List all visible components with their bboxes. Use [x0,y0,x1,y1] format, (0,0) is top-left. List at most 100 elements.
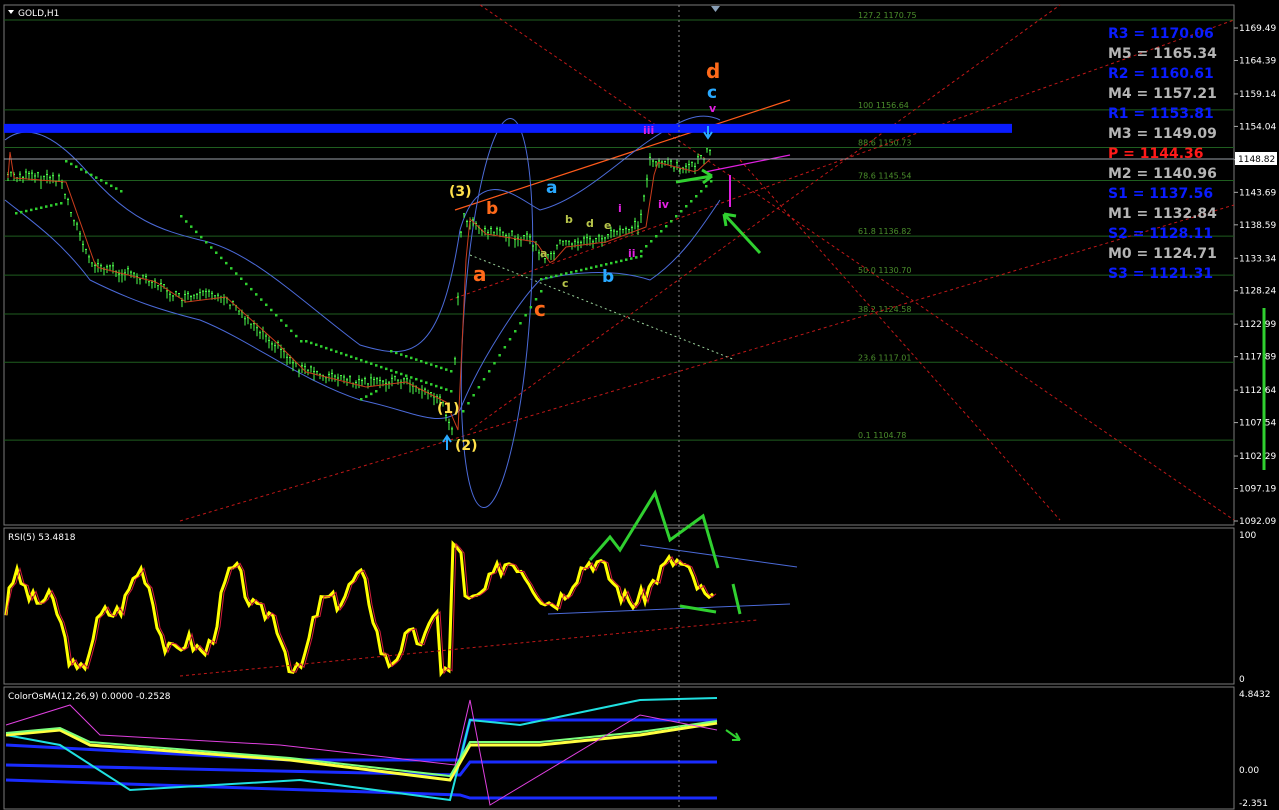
psar-dot [400,353,403,356]
wave-label: v [709,102,717,115]
wave-label: iii [643,124,654,137]
psar-dot [295,334,298,338]
fib-level-label: 78.6 1145.54 [858,172,911,181]
psar-dot [85,170,88,174]
psar-dot [365,395,368,398]
rsi-title: RSI(5) 53.4818 [8,533,76,543]
psar-dot [360,398,363,401]
psar-dot [550,275,553,279]
fib-level-label: 38.2 1124.58 [858,305,911,314]
psar-dot [390,369,393,372]
psar-dot [30,208,33,212]
psar-dot [700,190,703,193]
pivot-level-label: M0 = 1124.71 [1108,246,1217,262]
psar-dot [400,372,403,376]
psar-dot [260,298,263,301]
pivot-level-label: R3 = 1170.06 [1108,26,1214,42]
symbol-label: GOLD,H1 [18,9,59,19]
wave-label: (1) [437,401,460,417]
psar-dot [493,362,496,365]
psar-dot [575,269,578,273]
psar-dot [665,225,668,228]
psar-dot [540,290,543,293]
psar-dot [380,365,383,369]
pivot-level-label: S1 = 1137.56 [1108,186,1213,202]
psar-dot [210,246,213,249]
psar-dot [230,267,233,270]
psar-dot [524,314,527,317]
price-tick-label: 1169.49 [1239,24,1276,34]
wave-label: e [604,219,611,232]
psar-dot [55,203,58,206]
psar-dot [275,313,278,317]
psar-dot [340,352,343,355]
psar-dot [690,200,693,203]
psar-dot [375,390,378,393]
psar-dot [285,324,288,327]
psar-dot [498,354,501,357]
psar-dot [508,338,512,341]
psar-dot [645,245,648,248]
price-tick-label: 1092.09 [1239,517,1276,527]
psar-dot [65,160,68,163]
psar-dot [430,363,433,366]
psar-dot [472,394,475,397]
psar-dot [180,215,183,218]
psar-dot [710,180,713,183]
price-tick-label: 1097.19 [1239,485,1276,495]
psar-dot [440,366,443,370]
psar-dot [482,378,486,381]
main-panel [3,4,1235,526]
price-tick-label: 1138.59 [1239,221,1276,231]
psar-dot [670,220,673,223]
wave-label: b [602,267,614,287]
psar-dot [529,306,533,309]
psar-dot [435,365,438,368]
psar-dot [255,293,258,296]
psar-dot [95,176,98,179]
pivot-level-label: M1 = 1132.84 [1108,206,1217,222]
psar-dot [235,272,238,275]
psar-dot [20,210,23,214]
psar-dot [120,190,123,193]
psar-dot [580,268,583,272]
psar-dot [370,362,373,365]
psar-dot [640,255,643,258]
psar-dot [360,358,363,362]
psar-dot [100,179,103,182]
psar-dot [675,215,678,218]
psar-dot [315,343,318,346]
psar-dot [655,235,658,238]
psar-dot [350,355,353,359]
psar-dot [385,367,388,371]
psar-dot [265,303,268,307]
psar-dot [445,368,448,371]
wave-label: c [534,297,546,321]
fib-level-label: 127.2 1170.75 [858,11,917,20]
psar-dot [205,241,208,244]
psar-dot [705,185,708,188]
psar-dot [75,165,78,168]
wave-label: i [618,202,622,215]
psar-dot [540,278,543,281]
psar-dot [40,206,43,209]
price-tick-label: 1128.24 [1239,287,1276,297]
psar-dot [620,259,623,263]
psar-dot [375,364,378,367]
price-tick-label: 1159.14 [1239,90,1276,100]
psar-dot [45,205,48,208]
wave-label: (3) [449,184,472,200]
psar-dot [355,357,358,360]
psar-dot [420,360,423,363]
psar-dot [70,162,73,166]
psar-dot [503,346,507,349]
wave-label: d [586,217,594,230]
psar-dot [335,350,338,353]
psar-dot [425,381,428,384]
osma-scale-mid: 0.00 [1239,766,1259,776]
pivot-level-label: S2 = 1128.11 [1108,226,1213,242]
psar-dot [390,350,393,353]
fib-level-label: 50.0 1130.70 [858,266,911,275]
rsi-scale-bottom: 0 [1239,675,1245,685]
psar-dot [225,261,228,265]
